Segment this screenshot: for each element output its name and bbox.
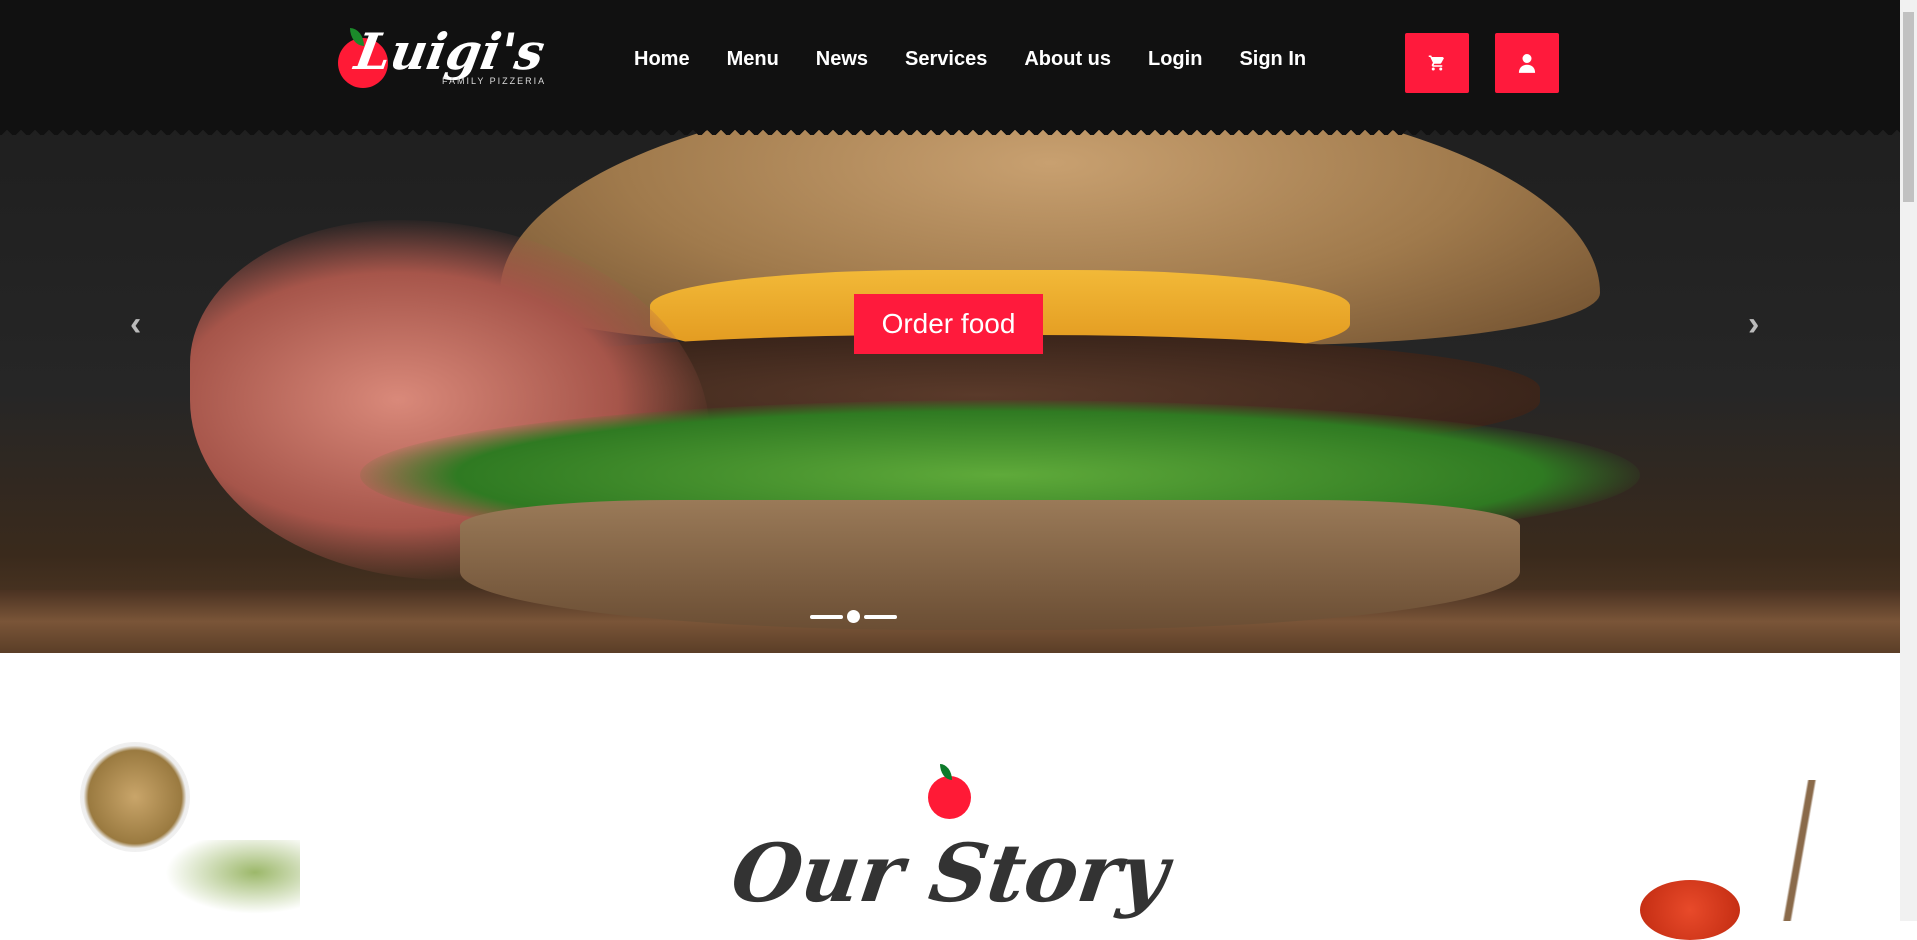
nav-sign-in[interactable]: Sign In xyxy=(1239,48,1306,71)
carousel-indicator-2-active[interactable] xyxy=(847,610,860,623)
nav-home[interactable]: Home xyxy=(634,48,690,71)
carousel-indicator-3[interactable] xyxy=(864,614,897,619)
nav-services[interactable]: Services xyxy=(905,48,987,71)
main-nav: Home Menu News Services About us Login S… xyxy=(634,48,1306,71)
nav-menu[interactable]: Menu xyxy=(727,48,779,71)
carousel-indicators xyxy=(810,610,897,623)
tomato-icon xyxy=(928,776,971,819)
page-scrollbar[interactable] xyxy=(1900,0,1917,921)
site-header: Luigi's FAMILY PIZZERIA Home Menu News S… xyxy=(0,0,1900,135)
nav-about-us[interactable]: About us xyxy=(1024,48,1111,71)
cart-icon xyxy=(1428,55,1444,71)
logo[interactable]: Luigi's FAMILY PIZZERIA xyxy=(338,20,550,102)
hero-image-bun-bottom xyxy=(460,500,1520,630)
carousel-prev-button[interactable]: ‹ xyxy=(130,305,141,344)
nav-login[interactable]: Login xyxy=(1148,48,1202,71)
carousel-next-button[interactable]: › xyxy=(1748,305,1759,344)
story-heading: Our Story xyxy=(726,826,1174,920)
user-icon xyxy=(1518,54,1536,73)
user-button[interactable] xyxy=(1495,33,1559,93)
nav-news[interactable]: News xyxy=(816,48,868,71)
logo-tagline: FAMILY PIZZERIA xyxy=(442,76,547,86)
logo-name: Luigi's xyxy=(350,22,550,81)
scrollbar-thumb[interactable] xyxy=(1903,12,1914,202)
cart-button[interactable] xyxy=(1405,33,1469,93)
carousel-indicator-1[interactable] xyxy=(810,614,843,619)
order-food-button[interactable]: Order food xyxy=(854,294,1043,354)
